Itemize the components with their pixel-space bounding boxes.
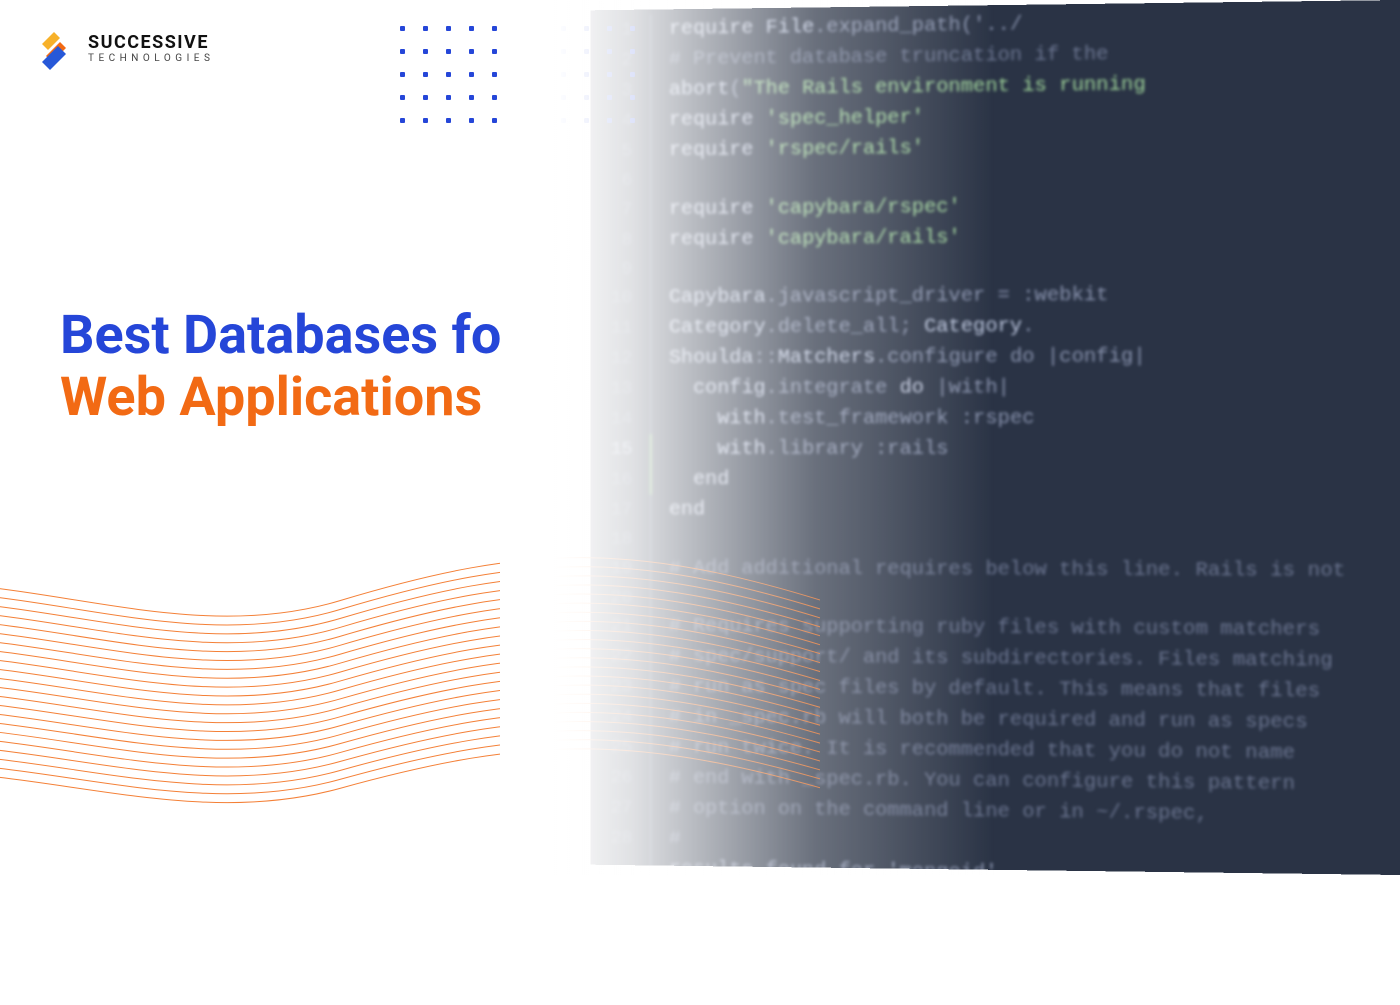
code-screenshot-panel: 1require File.expand_path('../2# Prevent…	[591, 0, 1400, 875]
brand-logo-mark	[36, 28, 78, 70]
brand-tagline: TECHNOLOGIES	[88, 54, 214, 64]
brand-name: SUCCESSIVE	[88, 34, 214, 52]
headline-line2: Web Applications	[60, 367, 521, 429]
headline-line1: Best Databases for	[60, 305, 521, 367]
dot-grid-decoration	[400, 26, 635, 141]
brand-logo: SUCCESSIVE TECHNOLOGIES	[36, 28, 214, 70]
headline: Best Databases for Web Applications	[60, 305, 521, 429]
